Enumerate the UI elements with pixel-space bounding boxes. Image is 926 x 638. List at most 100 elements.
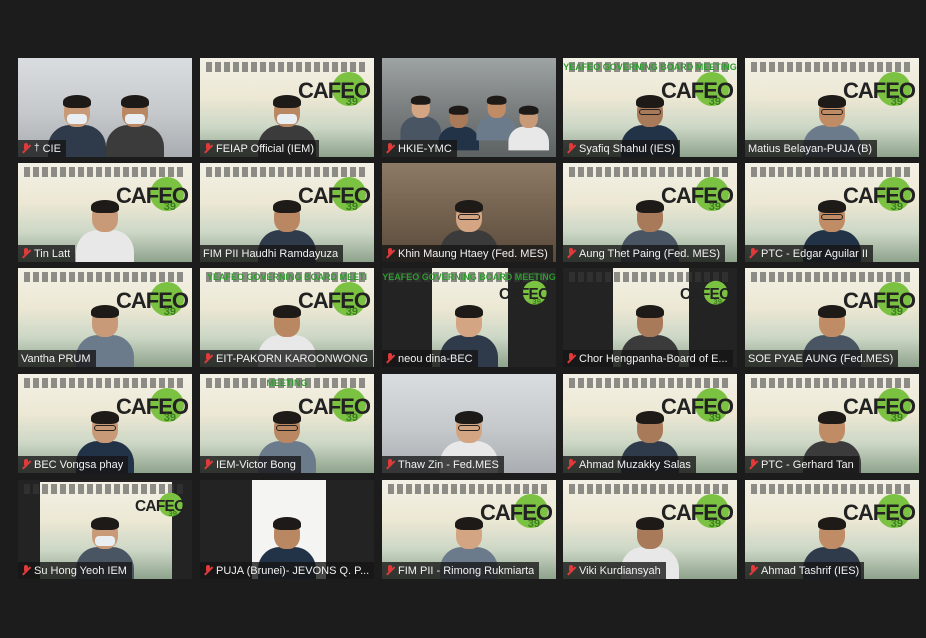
mic-muted-icon [566,143,576,154]
mic-muted-icon [21,143,31,154]
cafeo-text: CAFEO [499,285,550,303]
meeting-banner-text: YEAFEO GOVERNING BOARD MEETING [382,272,556,282]
cafeo-number: 39 [168,509,177,518]
cafeo-number: 39 [890,201,903,213]
participant-name: Tin Latt [34,247,71,260]
participant-tile[interactable]: CAFEO 39 Matius Belayan-PUJA (B) [745,58,919,157]
mic-muted-icon [566,353,576,364]
cafeo-text: CAFEO [680,285,731,303]
participant-tile[interactable]: CAFEO 39 PTC - Edgar Aguilar II [745,163,919,262]
participant-tile[interactable]: HKIE-YMC [382,58,556,157]
participant-name-label: HKIE-YMC [382,140,457,157]
meeting-banner-text: MEETING [266,378,308,388]
cafeo-number: 39 [163,201,176,213]
participant-tile[interactable]: CAFEO 39 FEIAP Official (IEM) [200,58,374,157]
participant-name-label: PUJA (Brunei)- JEVONS Q. P... [200,562,374,579]
participant-name-label: Ahmad Tashrif (IES) [745,562,865,579]
participant-tile[interactable]: CAFEO 39 Vantha PRUM [18,268,192,367]
cafeo-logo: CAFEO 39 [680,278,731,310]
participant-name: Chor Hengpanha-Board of E... [579,352,728,365]
participant-name: Aung Thet Paing (Fed. MES) [579,247,721,260]
video-meeting-window: † CIE CAFEO 39 FEIAP Official (IEM) HKIE-YMC C… [0,0,926,638]
participant-tile[interactable]: CAFEO 39 Aung Thet Paing (Fed. MES) [563,163,737,262]
participant-tile[interactable]: CAFEO 39 Chor Hengpanha-Board of E... [563,268,737,367]
participant-tile[interactable]: CAFEO 39 Viki Kurdiansyah [563,480,737,579]
participant-name: FIM PII - Rimong Rukmiarta [398,564,535,577]
mic-muted-icon [203,143,213,154]
participant-name-label: Chor Hengpanha-Board of E... [563,350,733,367]
cafeo-number: 39 [708,96,721,108]
cafeo-number: 39 [527,518,540,530]
participant-tile[interactable]: CAFEO 39 BEC Vongsa phay [18,374,192,473]
cafeo-number: 39 [890,306,903,318]
participant-name-label: FIM PII Haudhi Ramdayuza [200,245,344,262]
participant-name: Syafiq Shahul (IES) [579,142,675,155]
participant-tile[interactable]: CAFEO 39 Ahmad Muzakky Salas [563,374,737,473]
mic-muted-icon [385,353,395,364]
participant-name: Su Hong Yeoh IEM [34,564,127,577]
mic-muted-icon [566,565,576,576]
participant-name-label: Matius Belayan-PUJA (B) [745,140,878,157]
participant-name-label: BEC Vongsa phay [18,456,129,473]
participant-video-person [400,95,441,141]
participant-tile[interactable]: Khin Maung Htaey (Fed. MES) [382,163,556,262]
participant-tile[interactable]: CAFEO 39 Su Hong Yeoh IEM [18,480,192,579]
mic-muted-icon [566,459,576,470]
mic-muted-icon [385,248,395,259]
cafeo-number: 39 [532,297,541,306]
participant-tile[interactable]: † CIE [18,58,192,157]
participant-name: SOE PYAE AUNG (Fed.MES) [748,352,894,365]
participant-name-label: neou dina-BEC [382,350,478,367]
mic-muted-icon [566,248,576,259]
cafeo-number: 39 [163,412,176,424]
participant-tile[interactable]: CAFEO 39 Tin Latt [18,163,192,262]
participant-tile[interactable]: Thaw Zin - Fed.MES [382,374,556,473]
participant-tile[interactable]: CAFEO 39 PTC - Gerhard Tan [745,374,919,473]
participant-name-label: Khin Maung Htaey (Fed. MES) [382,245,553,262]
cafeo-number: 39 [345,412,358,424]
mic-muted-icon [21,248,31,259]
participant-tile[interactable]: CAFEO 39 MEETING IEM-Victor Bong [200,374,374,473]
participant-name-label: Aung Thet Paing (Fed. MES) [563,245,726,262]
cafeo-number: 39 [345,96,358,108]
participant-name: Thaw Zin - Fed.MES [398,458,499,471]
participant-name: FEIAP Official (IEM) [216,142,315,155]
participant-name: FIM PII Haudhi Ramdayuza [203,247,339,260]
cafeo-number: 39 [345,306,358,318]
participant-name: Khin Maung Htaey (Fed. MES) [398,247,548,260]
mic-muted-icon [385,565,395,576]
participant-tile[interactable]: CAFEO 39 YEAFEO GOVERNING BOARD MEETING Sya… [563,58,737,157]
participant-video-person [76,200,134,262]
participant-name: Ahmad Muzakky Salas [579,458,691,471]
participant-name-label: Thaw Zin - Fed.MES [382,456,504,473]
participant-tile[interactable]: CAFEO 39 YEAFEO GOVERNING BOARD MEETING neo… [382,268,556,367]
mic-muted-icon [748,565,758,576]
participant-name-label: FIM PII - Rimong Rukmiarta [382,562,540,579]
participant-tile[interactable]: PUJA (Brunei)- JEVONS Q. P... [200,480,374,579]
meeting-banner-text: YEAFEO GOVERNING BOARD MEETING [563,62,737,72]
participant-tile[interactable]: CAFEO 39 SOE PYAE AUNG (Fed.MES) [745,268,919,367]
participant-name-label: PTC - Edgar Aguilar II [745,245,873,262]
mic-muted-icon [385,143,395,154]
mic-muted-icon [203,353,213,364]
cafeo-number: 39 [890,518,903,530]
participant-name: EIT-PAKORN KAROONWONG [216,352,368,365]
cafeo-logo: CAFEO 39 [135,490,186,522]
participant-tile[interactable]: CAFEO 39 FIM PII Haudhi Ramdayuza [200,163,374,262]
participant-name-label: Viki Kurdiansyah [563,562,666,579]
cafeo-number: 39 [713,297,722,306]
participant-tile[interactable]: CAFEO 39 Ahmad Tashrif (IES) [745,480,919,579]
participant-name: PUJA (Brunei)- JEVONS Q. P... [216,564,370,577]
cafeo-number: 39 [708,412,721,424]
participant-video-person [106,95,164,157]
participant-name-label: IEM-Victor Bong [200,456,301,473]
cafeo-number: 39 [708,201,721,213]
participant-tile[interactable]: CAFEO 39 FIM PII - Rimong Rukmiarta [382,480,556,579]
cafeo-number: 39 [163,306,176,318]
mic-muted-icon [748,248,758,259]
meeting-banner-text: YEAFEO GOVERNING BOARD MEETI [206,272,367,282]
participant-tile[interactable]: CAFEO 39 YEAFEO GOVERNING BOARD MEETI EIT-P… [200,268,374,367]
cafeo-number: 39 [890,412,903,424]
cafeo-number: 39 [890,96,903,108]
participant-name-label: EIT-PAKORN KAROONWONG [200,350,373,367]
